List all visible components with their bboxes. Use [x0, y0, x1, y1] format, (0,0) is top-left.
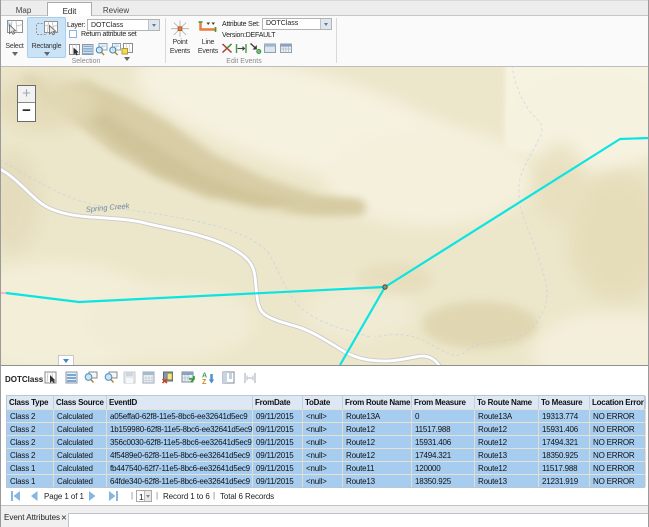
svg-text:Z: Z	[202, 379, 207, 386]
